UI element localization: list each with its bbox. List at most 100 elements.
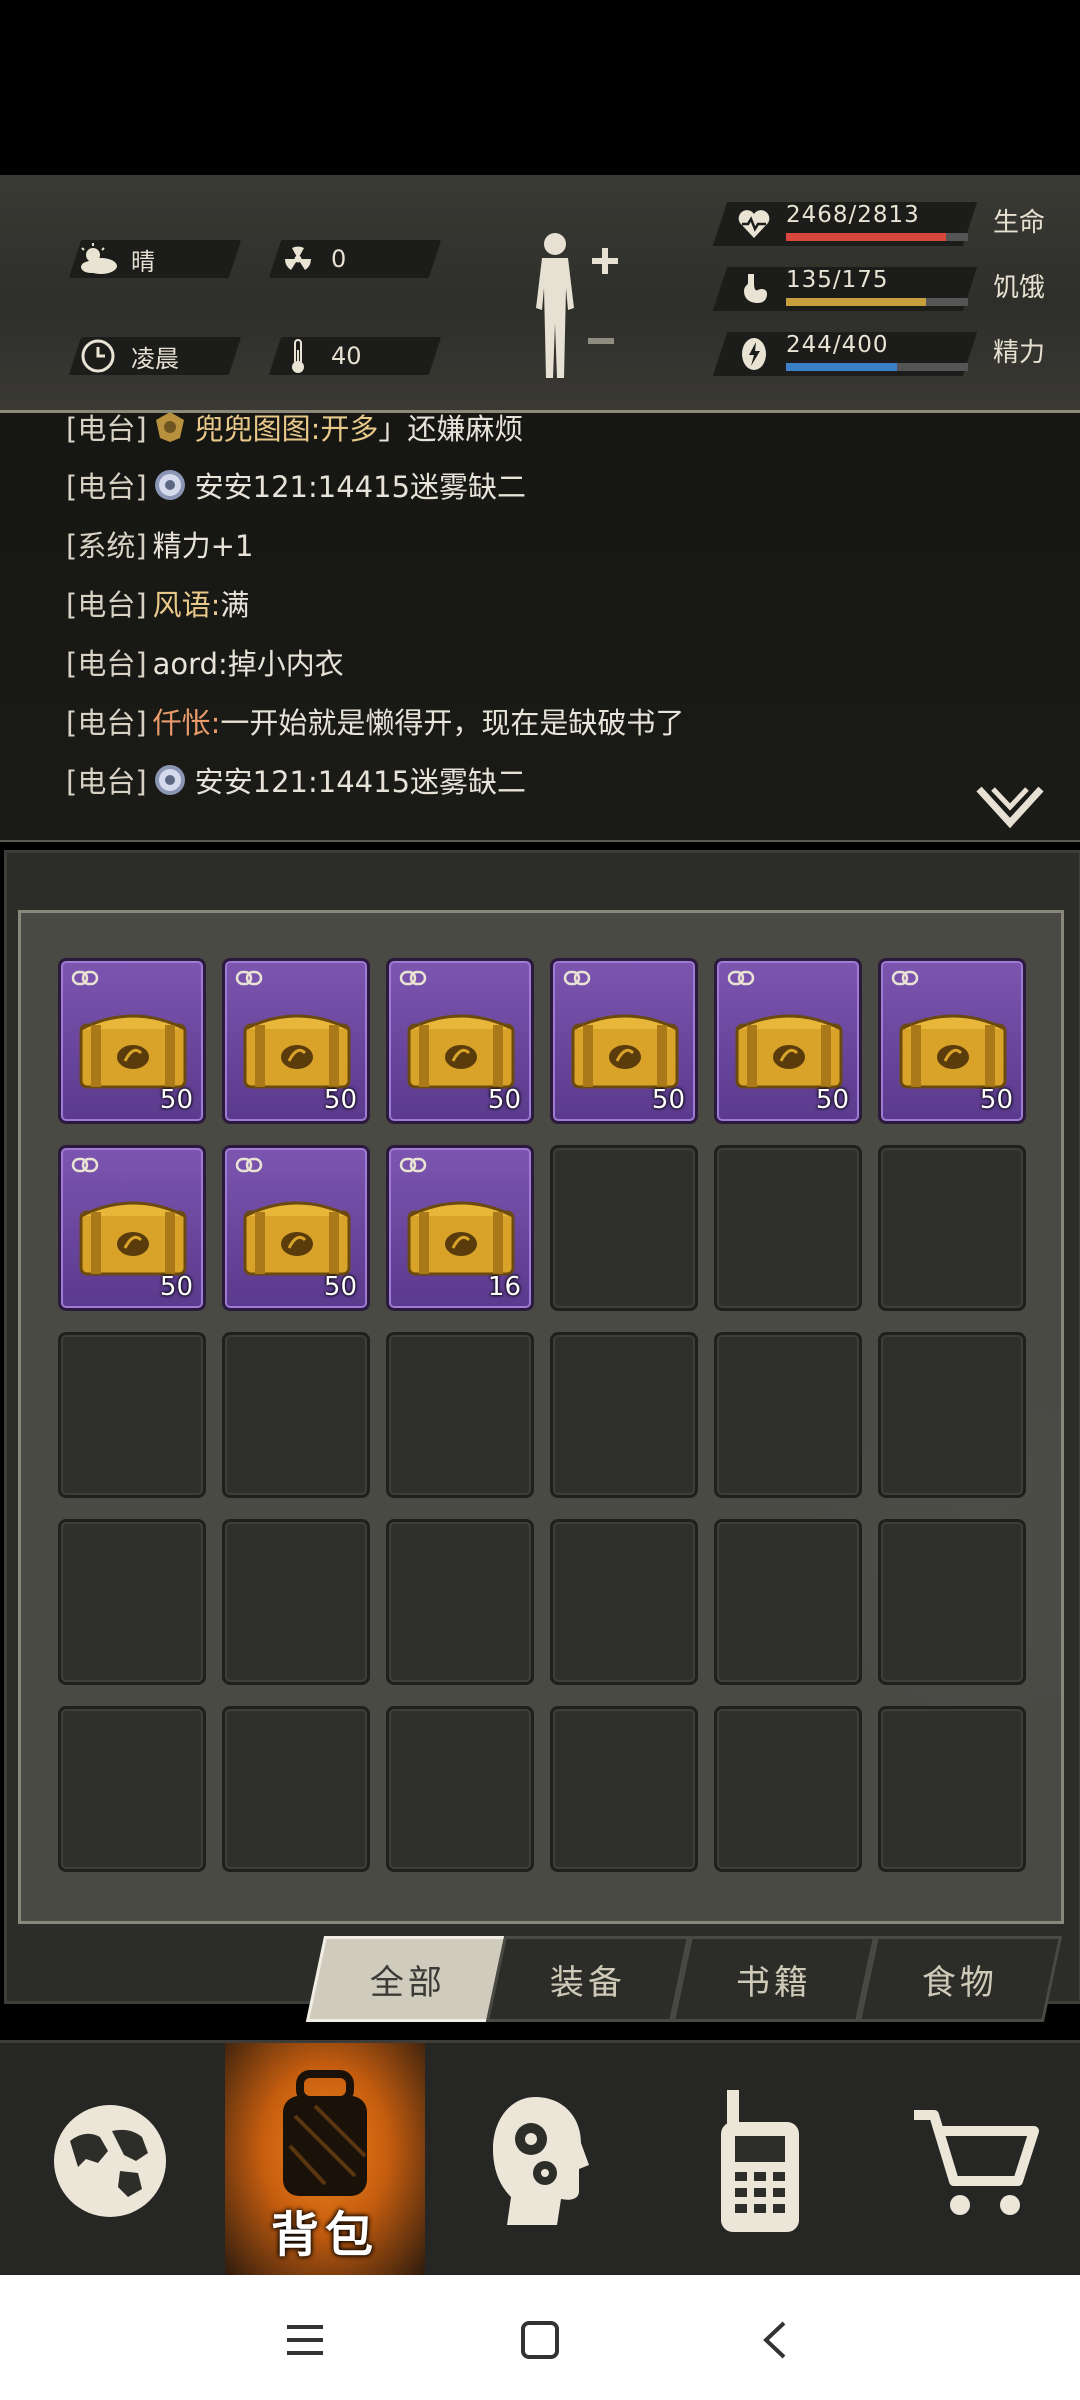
item-count: 50 [159, 1272, 193, 1302]
chat-line: [电台] 安安121:14415迷雾缺二 [66, 459, 526, 511]
hunger-stat: 135/175 饥饿 [712, 263, 1065, 315]
item-count: 50 [487, 1085, 521, 1115]
inventory-slot-empty[interactable] [58, 1706, 206, 1872]
menu-icon [287, 2325, 323, 2355]
chest-icon [79, 1014, 187, 1089]
inventory-slot-chest[interactable]: 50 [222, 1145, 370, 1311]
inventory-slot-empty[interactable] [714, 1332, 862, 1498]
chat-line: [电台] 仟怅: 一开始就是懒得开，现在是缺破书了 [66, 706, 685, 740]
item-count: 50 [815, 1085, 849, 1115]
weather-label: 晴 [131, 247, 155, 276]
bound-link-icon [399, 970, 427, 986]
home-icon [521, 2321, 559, 2359]
inventory-slot-empty[interactable] [714, 1706, 862, 1872]
inventory-slot-empty[interactable] [222, 1519, 370, 1685]
globe-icon [54, 2104, 166, 2217]
tab-books[interactable]: 书籍 [671, 1936, 877, 2022]
heart-icon [738, 210, 770, 238]
inventory-slot-empty[interactable] [714, 1145, 862, 1311]
energy-label: 精力 [993, 338, 1046, 368]
cart-icon [914, 2109, 1039, 2215]
gear-badge-icon [151, 761, 189, 799]
item-count: 50 [323, 1085, 357, 1115]
inventory-slot-empty[interactable] [550, 1519, 698, 1685]
bound-link-icon [891, 970, 919, 986]
body-figure-icon [536, 233, 618, 378]
inventory-slot-chest[interactable]: 50 [714, 958, 862, 1124]
nav-shop-button[interactable] [875, 2043, 1075, 2278]
chest-icon [407, 1201, 515, 1276]
inventory-slot-empty[interactable] [386, 1519, 534, 1685]
inventory-slot-chest[interactable]: 50 [222, 958, 370, 1124]
inventory-slot-chest[interactable]: 50 [58, 1145, 206, 1311]
inventory-slot-empty[interactable] [878, 1706, 1026, 1872]
inventory-slot-empty[interactable] [550, 1332, 698, 1498]
radiation-icon [275, 240, 321, 278]
inventory-slot-empty[interactable] [58, 1332, 206, 1498]
inventory-slot-chest[interactable]: 50 [550, 958, 698, 1124]
energy-value: 244/400 [786, 332, 889, 358]
radiation-value: 0 [331, 245, 347, 273]
time-label: 凌晨 [131, 344, 179, 373]
item-count: 50 [979, 1085, 1013, 1115]
tab-food[interactable]: 食物 [857, 1936, 1063, 2022]
chat-log[interactable]: [电台] 兜兜图图:开多 」还嫌麻烦 [电台] 安安121:14415迷雾缺二 … [0, 413, 1080, 842]
inventory-slot-empty[interactable] [58, 1519, 206, 1685]
energy-bar [786, 363, 968, 371]
energy-stat: 244/400 精力 [712, 328, 1065, 380]
item-count: 50 [323, 1272, 357, 1302]
health-label: 生命 [993, 208, 1046, 238]
bottom-nav: 背包 [0, 2040, 1080, 2278]
chest-icon [407, 1014, 515, 1089]
inventory-slot-empty[interactable] [550, 1145, 698, 1311]
inventory-slot-chest[interactable]: 50 [386, 958, 534, 1124]
tab-equipment[interactable]: 装备 [485, 1936, 691, 2022]
chat-line: [电台] aord:掉小内衣 [66, 647, 344, 681]
nav-skills-button[interactable] [440, 2043, 640, 2278]
chat-line: [电台] 安安121:14415迷雾缺二 [66, 754, 526, 806]
chest-icon [899, 1014, 1007, 1089]
chest-icon [243, 1014, 351, 1089]
energy-icon [742, 338, 766, 370]
radiation-pill: 0 [268, 240, 442, 278]
health-value: 2468/2813 [786, 202, 920, 228]
inventory-slot-empty[interactable] [878, 1332, 1026, 1498]
hunger-bar [786, 298, 968, 306]
nav-radio-button[interactable] [660, 2043, 860, 2278]
inventory-slot-empty[interactable] [222, 1332, 370, 1498]
bound-link-icon [71, 970, 99, 986]
chest-icon [243, 1201, 351, 1276]
inventory-slot-empty[interactable] [386, 1332, 534, 1498]
chat-expand-chevron-icon[interactable] [975, 783, 1045, 833]
character-figure-button[interactable] [520, 228, 630, 388]
health-stat: 2468/2813 生命 [712, 198, 1065, 250]
bound-link-icon [235, 970, 263, 986]
nav-world-button[interactable] [10, 2043, 210, 2278]
inventory-slot-chest[interactable]: 50 [58, 958, 206, 1124]
thermometer-icon [275, 337, 321, 375]
menu-button[interactable] [270, 2305, 340, 2375]
inventory-slot-chest[interactable]: 16 [386, 1145, 534, 1311]
temperature-value: 40 [331, 342, 362, 370]
inventory-slot-chest[interactable]: 50 [878, 958, 1026, 1124]
chat-line: [电台] 兜兜图图:开多 」还嫌麻烦 [66, 413, 523, 453]
inventory-slot-empty[interactable] [878, 1519, 1026, 1685]
temperature-pill: 40 [268, 337, 442, 375]
cloud-sun-icon [75, 240, 121, 278]
weather-pill: 晴 [68, 240, 242, 278]
inventory-slot-empty[interactable] [550, 1706, 698, 1872]
item-count: 50 [651, 1085, 685, 1115]
bound-link-icon [727, 970, 755, 986]
gold-badge-icon [151, 413, 189, 446]
inventory-slot-empty[interactable] [714, 1519, 862, 1685]
inventory-slot-empty[interactable] [386, 1706, 534, 1872]
time-pill: 凌晨 [68, 337, 242, 375]
clock-icon [75, 337, 121, 375]
nav-backpack-button[interactable]: 背包 [225, 2043, 425, 2278]
back-button[interactable] [740, 2305, 810, 2375]
inventory-slot-empty[interactable] [878, 1145, 1026, 1311]
item-count: 16 [487, 1272, 521, 1302]
inventory-slot-empty[interactable] [222, 1706, 370, 1872]
home-button[interactable] [505, 2305, 575, 2375]
tab-all[interactable]: 全部 [305, 1936, 511, 2022]
